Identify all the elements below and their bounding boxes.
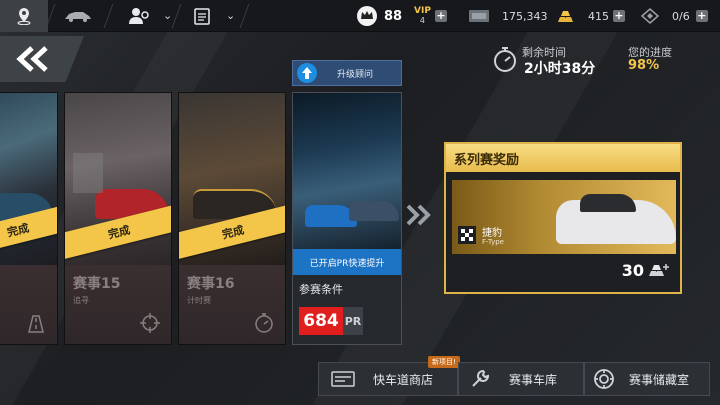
user-gear-icon (129, 8, 149, 24)
event-vault-label: 赛事储藏室 (629, 372, 690, 387)
race-title: 赛事15 (73, 276, 121, 292)
pr-value: 684 (299, 307, 343, 335)
level-display: 88 (356, 0, 402, 32)
cash-icon (469, 10, 489, 22)
ticket-icon (640, 8, 660, 24)
tickets-plus-button[interactable]: + (695, 10, 708, 22)
cash-value: 175,343 (502, 9, 548, 23)
car-model: F-Type (482, 238, 504, 246)
race-subtitle: 计时赛 (187, 296, 211, 305)
gold-value: 415 (588, 9, 609, 23)
vault-icon (594, 369, 614, 389)
event-garage-button[interactable]: 赛事车库 (458, 362, 584, 396)
gold-bars-icon (649, 264, 669, 276)
tickets-display: 0/6 + (640, 0, 708, 32)
vip-plus-button[interactable]: + (434, 10, 447, 22)
checkered-flag-icon (458, 226, 476, 244)
chevron-down-icon[interactable]: ⌄ (226, 9, 235, 22)
road-icon (25, 314, 47, 338)
nav-tab-garage[interactable] (56, 0, 100, 32)
nav-separator (103, 4, 114, 28)
vip-label: VIP (414, 6, 431, 16)
back-button[interactable] (0, 36, 84, 82)
stopwatch-icon (253, 312, 275, 338)
car-image (349, 201, 399, 221)
reward-amount: 30 (621, 261, 644, 280)
vip-level: 4 (419, 16, 425, 25)
gold-plus-button[interactable]: + (613, 10, 625, 22)
race-card-info: 赛事15 追寻 (65, 265, 171, 344)
map-pin-icon (17, 8, 31, 25)
double-chevron-right-icon (404, 204, 434, 230)
double-chevron-left-icon (16, 46, 48, 72)
top-bar: ⌄ ⌄ 88 VIP 4 + 175,343 415 + 0/6 + (0, 0, 720, 32)
tickets-value: 0/6 (672, 9, 690, 23)
car-icon (65, 12, 91, 22)
pr-tag: PR (343, 307, 363, 335)
series-reward-title: 系列赛奖励 (446, 144, 680, 172)
race-card-image (293, 93, 401, 249)
nav-tab-tasks[interactable] (182, 0, 222, 32)
fast-lane-shop-label: 快车道商店 (373, 372, 434, 387)
race-title: 赛事16 (187, 276, 235, 292)
wrench-icon (472, 369, 490, 387)
clipboard-icon (194, 8, 210, 25)
vip-display: VIP 4 + (414, 0, 447, 32)
crosshair-icon (139, 312, 161, 338)
level-value: 88 (384, 8, 403, 24)
chevron-down-icon[interactable]: ⌄ (163, 9, 172, 22)
nav-tab-map[interactable] (0, 0, 48, 32)
cash-icon (331, 371, 355, 387)
race-card[interactable]: 完成 赛事16 计时赛 (178, 92, 286, 345)
gold-bars-icon (558, 11, 573, 22)
upgrade-advisor-button[interactable]: 升级顾问 (292, 60, 402, 86)
race-card[interactable]: 完成 (0, 92, 58, 345)
nav-tab-profile[interactable] (114, 0, 164, 32)
event-garage-label: 赛事车库 (509, 372, 558, 387)
car-window (580, 194, 636, 212)
upgrade-arrow-icon (297, 63, 317, 83)
nav-separator (171, 4, 182, 28)
race-card[interactable]: 完成 赛事15 追寻 (64, 92, 172, 345)
requirements-label: 参赛条件 (299, 283, 343, 296)
active-race-card[interactable]: 已开启PR快速提升 参赛条件 684 PR (292, 92, 402, 345)
reward-car-banner: 捷豹 F-Type (452, 180, 676, 254)
progress-value: 98% (628, 58, 660, 73)
event-vault-button[interactable]: 赛事储藏室 (584, 362, 710, 396)
stopwatch-icon (494, 47, 516, 72)
upgrade-advisor-label: 升级顾问 (337, 69, 374, 80)
time-remaining-value: 2小时38分 (524, 61, 596, 77)
crown-icon (357, 6, 377, 26)
race-card-info (0, 265, 57, 344)
race-card-info: 赛事16 计时赛 (179, 265, 285, 344)
pr-requirement: 684 PR (299, 307, 363, 335)
tree-shape (73, 153, 103, 193)
cash-display: 175,343 (468, 0, 548, 32)
car-brand: 捷豹 (482, 228, 502, 239)
series-reward-panel[interactable]: 系列赛奖励 捷豹 F-Type 30 (444, 142, 682, 294)
pr-boost-banner: 已开启PR快速提升 (293, 249, 401, 275)
new-item-badge: 新项目! (428, 356, 460, 368)
race-requirements: 参赛条件 684 PR (293, 275, 401, 344)
gold-display: 415 + (556, 0, 625, 32)
nav-separator (239, 4, 250, 28)
race-subtitle: 追寻 (73, 296, 89, 305)
